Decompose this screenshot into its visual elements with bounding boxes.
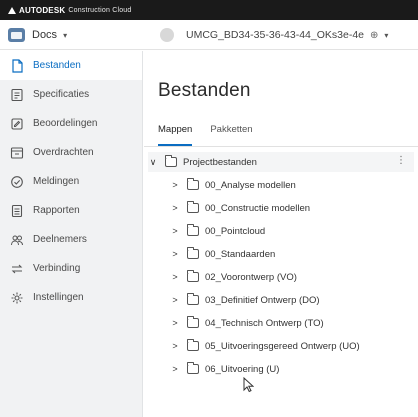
sidebar-item-label: Meldingen bbox=[33, 176, 80, 187]
folder-label: 03_Definitief Ontwerp (DO) bbox=[205, 294, 320, 306]
sidebar-item-instellingen[interactable]: Instellingen bbox=[0, 283, 142, 312]
folder-label: 06_Uitvoering (U) bbox=[205, 363, 280, 375]
chevron-down-icon[interactable]: ∨ bbox=[148, 157, 158, 168]
project-thumbnail bbox=[160, 28, 174, 42]
autodesk-logo-icon bbox=[8, 6, 16, 14]
folder-icon bbox=[187, 178, 199, 190]
issues-icon bbox=[9, 174, 25, 190]
module-switcher[interactable]: Docs ▾ bbox=[8, 26, 67, 44]
settings-icon bbox=[9, 290, 25, 306]
project-switcher[interactable]: UMCG_BD34-35-36-43-44_OKs3e-4e ⊕ ▾ bbox=[160, 27, 388, 43]
module-label: Docs bbox=[32, 29, 58, 41]
sidebar-item-rapporten[interactable]: Rapporten bbox=[0, 196, 142, 225]
sidebar-item-deelnemers[interactable]: Deelnemers bbox=[0, 225, 142, 254]
members-icon bbox=[9, 232, 25, 248]
tree-folder-row[interactable]: > 00_Constructie modellen bbox=[170, 198, 410, 218]
folder-icon bbox=[187, 270, 199, 282]
folder-label: 00_Standaarden bbox=[205, 248, 276, 260]
project-name: UMCG_BD34-35-36-43-44_OKs3e-4e bbox=[186, 29, 365, 41]
folder-label: 02_Voorontwerp (VO) bbox=[205, 271, 297, 283]
sidebar-item-bestanden[interactable]: Bestanden bbox=[0, 51, 142, 80]
top-bar: Docs ▾ UMCG_BD34-35-36-43-44_OKs3e-4e ⊕ … bbox=[0, 20, 418, 50]
brand-name: AUTODESK bbox=[19, 5, 66, 15]
sidebar-item-label: Verbinding bbox=[33, 263, 81, 274]
sidebar-item-label: Overdrachten bbox=[33, 147, 94, 158]
bridge-icon bbox=[9, 261, 25, 277]
folder-icon bbox=[187, 224, 199, 236]
folder-label: 00_Analyse modellen bbox=[205, 179, 296, 191]
folder-icon bbox=[187, 362, 199, 374]
tree-folder-row[interactable]: > 04_Technisch Ontwerp (TO) bbox=[170, 313, 410, 333]
tree-folder-row[interactable]: > 05_Uitvoeringsgereed Ontwerp (UO) bbox=[170, 336, 410, 356]
tree-folder-row[interactable]: > 00_Standaarden bbox=[170, 244, 410, 264]
sidebar: Bestanden Specificaties Beoordelingen Ov… bbox=[0, 51, 143, 417]
chevron-right-icon[interactable]: > bbox=[170, 295, 180, 305]
tab-mappen[interactable]: Mappen bbox=[158, 124, 193, 146]
sidebar-item-beoordelingen[interactable]: Beoordelingen bbox=[0, 109, 142, 138]
folder-icon bbox=[187, 201, 199, 213]
tree-folder-row[interactable]: > 03_Definitief Ontwerp (DO) bbox=[170, 290, 410, 310]
sidebar-item-label: Instellingen bbox=[33, 292, 84, 303]
mouse-cursor-icon bbox=[243, 376, 255, 398]
brand-bar: AUTODESK Construction Cloud bbox=[0, 0, 418, 20]
brand-product: Construction Cloud bbox=[68, 6, 132, 14]
folder-icon bbox=[187, 293, 199, 305]
files-icon bbox=[9, 58, 25, 74]
reports-icon bbox=[9, 203, 25, 219]
folder-label: 04_Technisch Ontwerp (TO) bbox=[205, 317, 324, 329]
sidebar-item-verbinding[interactable]: Verbinding bbox=[0, 254, 142, 283]
chevron-right-icon[interactable]: > bbox=[170, 341, 180, 351]
sidebar-item-meldingen[interactable]: Meldingen bbox=[0, 167, 142, 196]
tree-folder-row[interactable]: > 00_Analyse modellen bbox=[170, 175, 410, 195]
tree-root-projectbestanden[interactable]: ∨ Projectbestanden ⋮ bbox=[148, 152, 414, 172]
tree-root-label: Projectbestanden bbox=[183, 156, 257, 168]
folder-label: 05_Uitvoeringsgereed Ontwerp (UO) bbox=[205, 340, 360, 352]
transmittals-icon bbox=[9, 145, 25, 161]
chevron-right-icon[interactable]: > bbox=[170, 180, 180, 190]
tree-folder-row[interactable]: > 02_Voorontwerp (VO) bbox=[170, 267, 410, 287]
chevron-down-icon: ▾ bbox=[63, 30, 68, 40]
page-title: Bestanden bbox=[158, 80, 251, 101]
folder-icon bbox=[187, 339, 199, 351]
specifications-icon bbox=[9, 87, 25, 103]
chevron-right-icon[interactable]: > bbox=[170, 272, 180, 282]
folder-icon bbox=[187, 247, 199, 259]
chevron-right-icon[interactable]: > bbox=[170, 203, 180, 213]
tree-folder-row[interactable]: > 06_Uitvoering (U) bbox=[170, 359, 410, 379]
sidebar-item-label: Deelnemers bbox=[33, 234, 87, 245]
chevron-right-icon[interactable]: > bbox=[170, 364, 180, 374]
chevron-right-icon[interactable]: > bbox=[170, 249, 180, 259]
autodesk-logo[interactable]: AUTODESK Construction Cloud bbox=[8, 6, 132, 15]
sidebar-item-label: Bestanden bbox=[33, 60, 81, 71]
folder-icon bbox=[165, 155, 177, 167]
tab-bar: Mappen Pakketten bbox=[158, 124, 271, 146]
tree-folder-row[interactable]: > 00_Pointcloud bbox=[170, 221, 410, 241]
folder-label: 00_Pointcloud bbox=[205, 225, 266, 237]
folder-icon bbox=[187, 316, 199, 328]
reviews-icon bbox=[9, 116, 25, 132]
sidebar-item-label: Beoordelingen bbox=[33, 118, 98, 129]
globe-icon: ⊕ bbox=[370, 29, 379, 41]
docs-module-icon bbox=[8, 28, 25, 42]
main-content: Bestanden Mappen Pakketten ∨ Projectbest… bbox=[144, 51, 418, 417]
tab-pakketten[interactable]: Pakketten bbox=[210, 124, 252, 146]
folder-label: 00_Constructie modellen bbox=[205, 202, 311, 214]
tabs-divider bbox=[144, 146, 418, 147]
chevron-right-icon[interactable]: > bbox=[170, 318, 180, 328]
sidebar-item-label: Specificaties bbox=[33, 89, 90, 100]
sidebar-item-label: Rapporten bbox=[33, 205, 80, 216]
chevron-down-icon: ▾ bbox=[384, 30, 389, 40]
more-options-icon[interactable]: ⋮ bbox=[396, 156, 406, 166]
chevron-right-icon[interactable]: > bbox=[170, 226, 180, 236]
sidebar-item-overdrachten[interactable]: Overdrachten bbox=[0, 138, 142, 167]
sidebar-item-specificaties[interactable]: Specificaties bbox=[0, 80, 142, 109]
